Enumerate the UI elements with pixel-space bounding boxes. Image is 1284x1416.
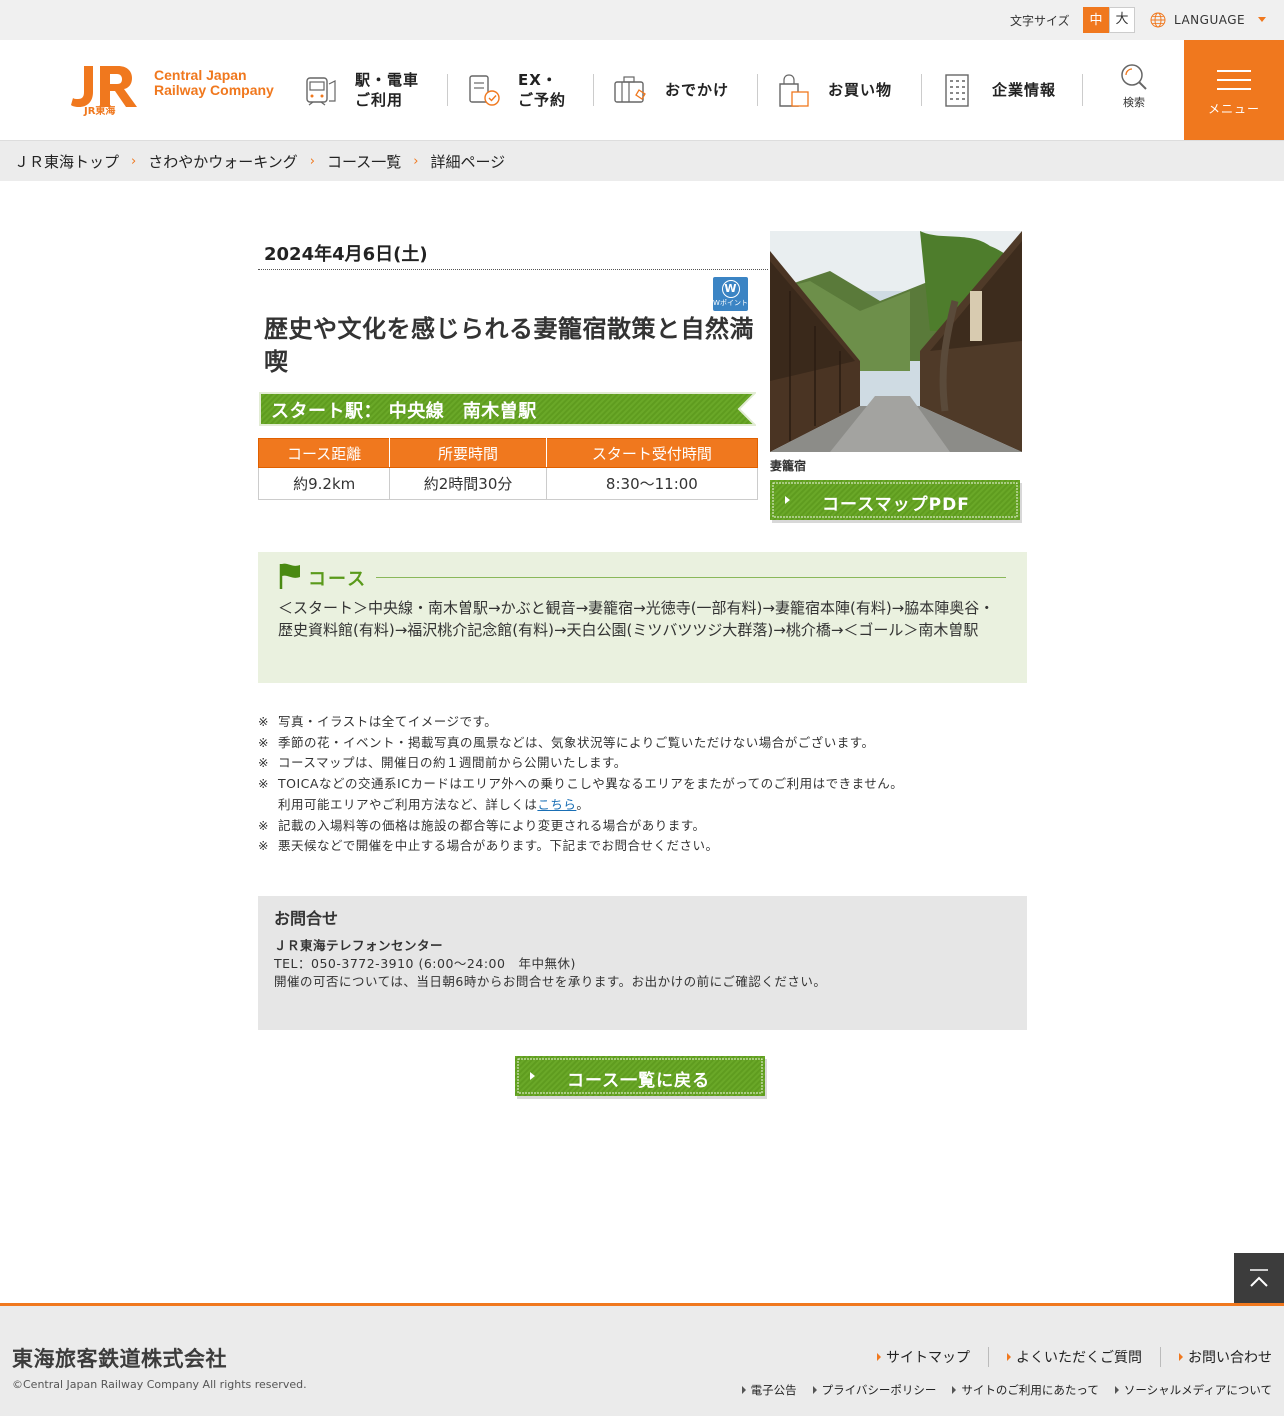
hamburger-icon [1217,70,1251,72]
nav-outing[interactable]: おでかけ [613,40,729,140]
logo-sub: JR東海 [83,104,115,116]
hamburger-icon [1217,88,1251,90]
ic-card-info-link[interactable]: こちら [537,797,576,812]
font-size-label: 文字サイズ [1010,14,1070,28]
note-item: ※ 季節の花・イベント・掲載写真の風景などは、気象状況等によりご覧いただけない場合… [258,734,875,750]
reservation-icon [469,75,500,106]
search-label: 検索 [1123,96,1145,109]
nav-label: おでかけ [665,81,730,99]
chevron-right-icon: › [309,153,315,169]
table-header: スタート受付時間 [545,438,759,468]
event-title: 歴史や文化を感じられる妻籠宿散策と自然満喫 [264,315,754,376]
nav-label: 企業情報 [992,81,1057,99]
footer-link-contact[interactable]: お問い合わせ [1160,1347,1272,1367]
nav-divider [921,74,922,106]
chevron-right-icon: › [413,153,419,169]
w-point-badge: W Wポイント [713,277,748,311]
nav-label: EX・ ご予約 [518,71,567,109]
footer-link-terms[interactable]: サイトのご利用にあたって [952,1382,1099,1398]
font-size-large-button[interactable]: 大 [1109,7,1135,33]
contact-note: 開催の可否については、当日朝6時からお問合せを承ります。お出かけの前にご確認くだ… [274,974,827,989]
course-heading: コース [308,569,368,590]
menu-button[interactable]: メニュー [1184,40,1284,140]
tsumago-photo [770,231,1022,452]
search-icon [1121,64,1147,90]
chevron-right-icon: › [131,153,137,169]
nav-ex-reservation[interactable]: EX・ ご予約 [466,40,566,140]
w-point-icon: W [721,280,740,298]
flag-icon [279,563,300,589]
font-size-medium-button[interactable]: 中 [1083,7,1109,33]
train-icon [306,77,336,106]
breadcrumb-item-top[interactable]: ＪＲ東海トップ [14,151,119,172]
breadcrumb-item-current: 詳細ページ [430,152,506,171]
note-item: 利用可能エリアやご利用方法など、詳しくはこちら。 [278,796,590,812]
utility-bar: 文字サイズ 中 大 LANGUAGE [0,0,1284,40]
divider [258,269,768,270]
note-item: ※ 写真・イラストは全てイメージです。 [258,714,498,729]
event-date: 2024年4月6日(土) [264,244,428,265]
breadcrumb-item-course-list[interactable]: コース一覧 [327,151,401,172]
footer-link-social[interactable]: ソーシャルメディアについて [1114,1382,1272,1398]
nav-shopping[interactable]: お買い物 [776,40,892,140]
language-selector[interactable]: LANGUAGE [1150,11,1245,29]
note-item: ※ 悪天候などで開催を中止する場合があります。下記までお問合せください。 [258,838,719,854]
arrow-up-icon [1250,1269,1268,1287]
footer-link-privacy[interactable]: プライバシーポリシー [812,1382,936,1398]
footer-sub-links: 電子公告 プライバシーポリシー サイトのご利用にあたって ソーシャルメディアにつ… [741,1382,1272,1398]
course-route: ＜スタート＞中央線・南木曽駅→かぶと観音→妻籠宿→光徳寺(一部有料)→妻籠宿本陣… [278,599,995,639]
w-point-label: Wポイント [713,299,748,307]
notes-list: ※ 写真・イラストは全てイメージです。 ※ 季節の花・イベント・掲載写真の風景などは… [258,712,1018,857]
search-button[interactable]: 検索 [1110,62,1158,110]
nav-station-train[interactable]: 駅・電車 ご利用 [303,40,419,140]
contact-tel: TEL：050-3772-3910 (6:00～24:00 年中無休) [274,956,576,971]
table-cell: 8:30～11:00 [545,467,759,500]
globe-icon [1150,12,1166,28]
nav-label: 駅・電車 ご利用 [355,71,420,109]
note-item: ※ 記載の入場料等の価格は施設の都合等により変更される場合があります。 [258,817,706,833]
breadcrumb: ＪＲ東海トップ › さわやかウォーキング › コース一覧 › 詳細ページ [0,141,1284,181]
table-header: 所要時間 [389,438,547,468]
back-button-label: コース一覧に戻る [567,1071,711,1091]
start-station: スタート駅： 中央線 南木曽駅 [271,401,537,422]
table-cell: 約9.2km [257,467,391,500]
logo-text: Central Japan Railway Company [154,67,274,98]
jr-logo-icon: JR東海 [71,66,137,117]
nav-divider [757,74,758,106]
building-icon [945,74,969,107]
chevron-down-icon [1258,17,1266,22]
contact-heading: お問合せ [274,909,339,928]
shopping-bag-icon [779,74,809,107]
site-header: JR東海 Central Japan Railway Company 駅・電車ご… [0,40,1284,141]
nav-corporate[interactable]: 企業情報 [940,40,1056,140]
table-cell: 約2時間30分 [389,467,547,500]
footer-company-name: 東海旅客鉄道株式会社 [12,1347,227,1371]
nav-divider [447,74,448,106]
footer-link-sitemap[interactable]: サイトマップ [859,1347,988,1367]
note-item: ※ TOICAなどの交通系ICカードはエリア外への乗りこしや異なるエリアをまたがっ… [258,776,904,792]
footer-link-public-notice[interactable]: 電子公告 [741,1382,797,1398]
luggage-icon [614,76,646,103]
footer-copyright: ©Central Japan Railway Company All right… [12,1378,307,1391]
nav-divider [593,74,594,106]
footer-links: サイトマップ よくいただくご質問 お問い合わせ [859,1347,1272,1367]
language-label: LANGUAGE [1174,13,1246,27]
contact-center: ＪＲ東海テレフォンセンター [274,938,444,953]
pdf-button-label: コースマップPDF [822,495,970,515]
table-header: コース距離 [257,438,391,468]
footer-link-faq[interactable]: よくいただくご質問 [988,1347,1160,1367]
course-info-table: コース距離 所要時間 スタート受付時間 約9.2km 約2時間30分 8:30～… [257,438,759,500]
divider [376,577,1006,578]
nav-label: お買い物 [828,81,893,99]
back-to-top-button[interactable] [1234,1253,1284,1303]
menu-label: メニュー [1207,102,1260,116]
jr-central-logo[interactable]: JR東海 Central Japan Railway Company [70,64,274,120]
breadcrumb-item-walking[interactable]: さわやかウォーキング [148,151,298,172]
photo-caption: 妻籠宿 [770,459,807,473]
hamburger-icon [1217,79,1251,81]
nav-divider [1082,74,1083,106]
note-item: ※ コースマップは、開催日の約１週間前から公開いたします。 [258,755,627,771]
